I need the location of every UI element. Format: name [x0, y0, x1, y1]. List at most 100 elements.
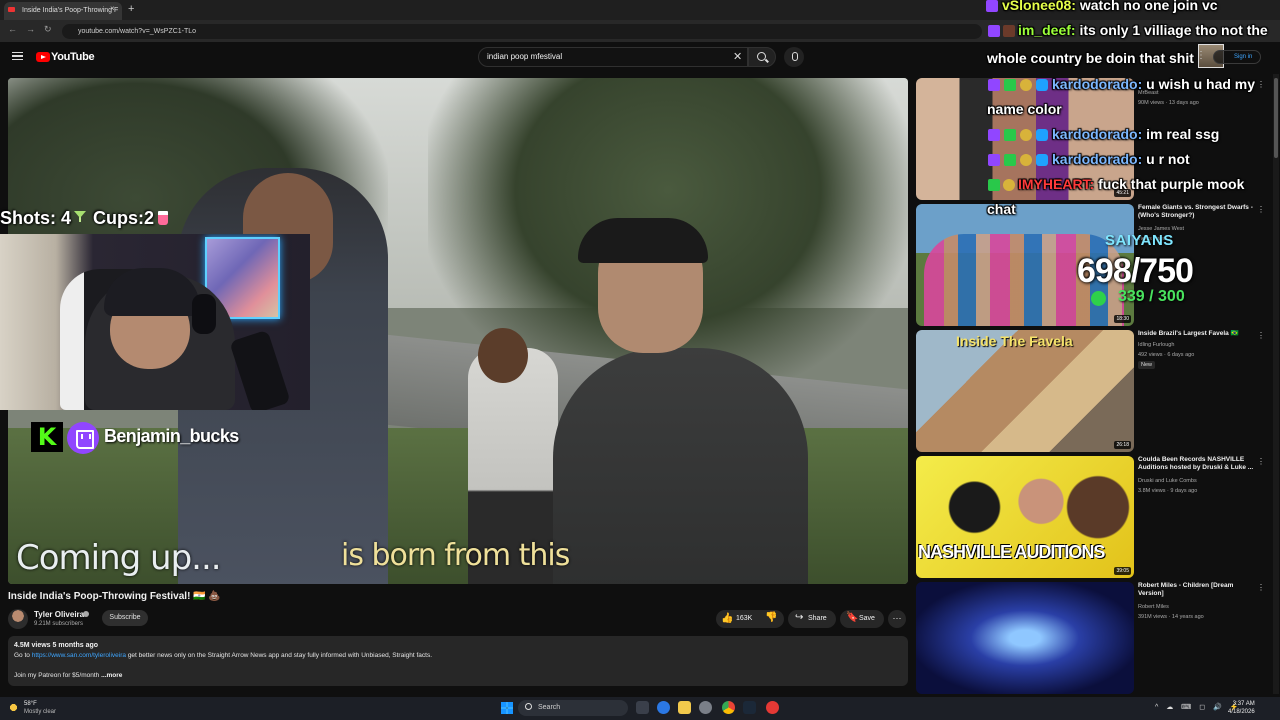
- chat-message-continued: name color: [987, 101, 1062, 117]
- hamburger-menu-icon[interactable]: [12, 52, 23, 60]
- description-box[interactable]: [8, 636, 908, 686]
- chat-text: name color: [987, 101, 1062, 117]
- youtube-favicon-icon: [8, 7, 15, 12]
- youtube-logo-icon[interactable]: [36, 52, 50, 62]
- steam-icon[interactable]: [743, 701, 756, 714]
- chat-text: fuck that purple mook: [1094, 176, 1245, 192]
- show-more-link[interactable]: ...more: [101, 672, 122, 679]
- video-person: [553, 348, 808, 584]
- weather-description[interactable]: Mostly clear: [24, 709, 56, 715]
- settings-icon[interactable]: [699, 701, 712, 714]
- forward-icon[interactable]: →: [26, 24, 35, 34]
- weather-icon[interactable]: [8, 702, 19, 713]
- reload-icon[interactable]: ↻: [44, 24, 52, 35]
- recommendation-thumbnail[interactable]: Inside The Favela 26:18: [916, 330, 1134, 452]
- chat-username: vSlonee08:: [1002, 0, 1076, 13]
- cups-label: Cups:2: [93, 208, 155, 228]
- recommendation-more-icon[interactable]: ⋮: [1257, 80, 1265, 89]
- recommendation-more-icon[interactable]: ⋮: [1257, 457, 1265, 466]
- saiyans-goal-count: 698/750: [1077, 252, 1194, 290]
- recommendation-channel[interactable]: Idling Furlough: [1138, 342, 1174, 348]
- twitch-badge-icon: [988, 25, 1000, 37]
- verified-badge-icon: [1004, 129, 1016, 141]
- youtube-logo-text[interactable]: YouTube: [51, 51, 95, 63]
- saiyans-label: SAIYANS: [1105, 232, 1174, 249]
- browser-tab[interactable]: Inside India's Poop-Throwing F: [4, 2, 122, 20]
- dislike-icon[interactable]: 👎: [765, 612, 777, 623]
- task-view-icon[interactable]: [636, 701, 649, 714]
- recommendation-meta: 90M views · 13 days ago: [1138, 100, 1199, 106]
- recommendation-thumbnail[interactable]: [916, 582, 1134, 694]
- video-person-cap: [578, 218, 708, 263]
- recommendation-more-icon[interactable]: ⋮: [1257, 583, 1265, 592]
- duration-badge: 26:18: [1114, 441, 1131, 449]
- twitch-badge-icon: [988, 79, 1000, 91]
- new-tab-button[interactable]: +: [128, 3, 134, 15]
- twitch-badge-icon: [986, 0, 998, 12]
- sparkle-badge-icon: [1003, 179, 1015, 191]
- recommendation-channel[interactable]: Robert Miles: [1138, 604, 1169, 610]
- windows-start-icon[interactable]: [501, 702, 513, 714]
- search-button[interactable]: [748, 47, 776, 67]
- back-icon[interactable]: ←: [8, 24, 17, 34]
- streamer-webcam: [0, 234, 310, 410]
- online-count: 339 / 300: [1118, 288, 1185, 305]
- verified-badge-icon: [1004, 154, 1016, 166]
- headphones-icon: [192, 294, 216, 334]
- like-count[interactable]: 163K: [736, 610, 752, 628]
- taskbar-clock[interactable]: 3:37 AM 4/18/2026: [1228, 700, 1255, 716]
- chat-message: kardodorado: u r not: [988, 151, 1190, 167]
- app-icon[interactable]: [766, 701, 779, 714]
- streamer-name: Benjamin_bucks: [104, 426, 239, 446]
- weather-temperature[interactable]: 58°F: [24, 701, 37, 707]
- recommendation-title[interactable]: Female Giants vs. Strongest Dwarfs - (Wh…: [1138, 204, 1254, 220]
- verified-icon: [83, 611, 89, 617]
- sign-in-button[interactable]: Sign in: [1213, 50, 1261, 64]
- chat-message: IMYHEART: fuck that purple mook: [988, 176, 1245, 192]
- settings-more-icon[interactable]: ⋮: [1196, 50, 1206, 61]
- clear-search-icon[interactable]: ✕: [733, 50, 742, 63]
- channel-avatar[interactable]: [8, 609, 28, 629]
- url-input[interactable]: youtube.com/watch?v=_WsPZC1-TLo: [62, 24, 982, 39]
- taskbar-search-input[interactable]: Search: [518, 700, 628, 716]
- cocktail-glass-icon: [74, 211, 87, 225]
- description-text-line2: Join my Patreon for $5/month ...more: [14, 672, 122, 679]
- twitch-badge-icon: [988, 129, 1000, 141]
- description-link[interactable]: https://www.san.com/tyleroliveira: [32, 652, 126, 659]
- views-and-date: 4.5M views 5 months ago: [14, 642, 99, 649]
- clock-date: 4/18/2026: [1228, 709, 1255, 715]
- scrollbar-thumb[interactable]: [1274, 78, 1278, 158]
- drink-counter: Shots: 4 Cups:2: [0, 208, 169, 229]
- recommendation-more-icon[interactable]: ⋮: [1257, 331, 1265, 340]
- subscribe-button[interactable]: Subscribe: [102, 610, 148, 626]
- recommendation-title[interactable]: Robert Miles - Children [Dream Version]: [1138, 582, 1254, 598]
- page-scrollbar[interactable]: [1273, 74, 1279, 694]
- recommendation-channel[interactable]: Druski and Luke Combs: [1138, 478, 1197, 484]
- chat-text: chat: [987, 201, 1016, 217]
- twitch-badge-icon: [988, 154, 1000, 166]
- chat-message: kardodorado: im real ssg: [988, 126, 1219, 142]
- file-explorer-icon[interactable]: [678, 701, 691, 714]
- search-input[interactable]: indian poop mfestival: [478, 47, 748, 67]
- more-actions-button[interactable]: ···: [888, 610, 906, 628]
- share-icon: ↪: [795, 612, 804, 623]
- chat-username: kardodorado:: [1052, 76, 1143, 92]
- prime-badge-icon: [1036, 79, 1048, 91]
- recommendation-meta: 3.8M views · 9 days ago: [1138, 488, 1198, 494]
- recommendation-title[interactable]: Inside Brazil's Largest Favela 🇧🇷: [1138, 330, 1254, 338]
- online-dot-icon: [1091, 291, 1106, 306]
- recommendation-thumbnail[interactable]: NASHVILLE AUDITIONS 39:05: [916, 456, 1134, 578]
- channel-name[interactable]: Tyler Oliveira: [34, 610, 84, 619]
- recommendation-title[interactable]: Coulda Been Records NASHVILLE Auditions …: [1138, 456, 1254, 472]
- tab-close-icon[interactable]: ×: [110, 4, 115, 13]
- like-icon[interactable]: 👍: [721, 613, 733, 624]
- search-icon: [525, 703, 532, 710]
- patreon-text: Join my Patreon for $5/month: [14, 672, 102, 679]
- edge-icon[interactable]: [657, 701, 670, 714]
- save-icon: 🔖: [846, 612, 859, 623]
- recommendation-more-icon[interactable]: ⋮: [1257, 205, 1265, 214]
- chrome-icon[interactable]: [722, 701, 735, 714]
- chat-message: im_deef: its only 1 villiage tho not the: [988, 22, 1268, 38]
- video-title: Inside India's Poop-Throwing Festival! 🇮…: [8, 591, 221, 602]
- voice-search-button[interactable]: [784, 47, 804, 67]
